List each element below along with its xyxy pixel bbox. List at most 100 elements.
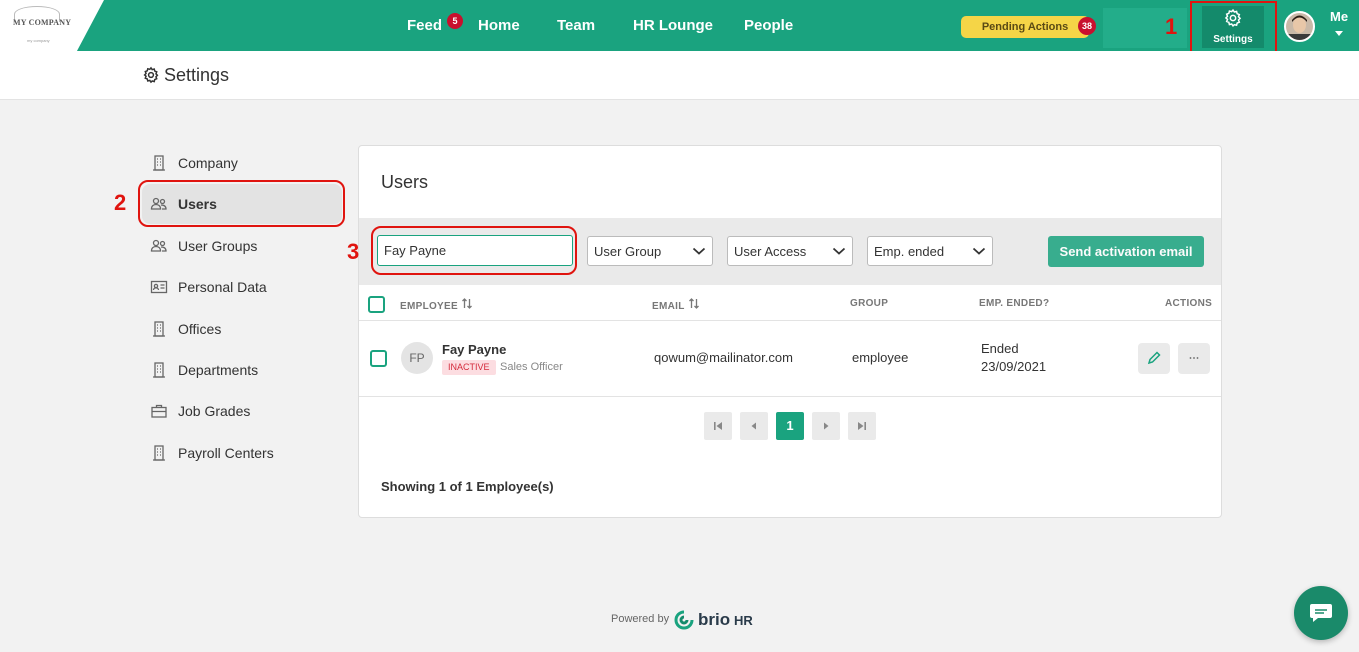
column-header-label: EMPLOYEE [400, 301, 458, 312]
employee-avatar[interactable]: FP [401, 342, 433, 374]
logo-subtext: my company [27, 38, 50, 43]
logo-text: MY COMPANY [13, 18, 72, 27]
gear-icon [143, 66, 159, 84]
building-icon [153, 362, 165, 378]
powered-by-label: Powered by [611, 613, 670, 625]
feed-badge: 5 [447, 13, 463, 29]
sidebar-item-offices[interactable]: Offices [150, 317, 340, 341]
sidebar-item-user-groups[interactable]: User Groups [150, 234, 340, 258]
chevron-down-icon [972, 247, 986, 255]
column-header-label: EMAIL [652, 301, 685, 312]
showing-count: Showing 1 of 1 Employee(s) [381, 479, 554, 494]
employee-role: Sales Officer [500, 361, 563, 373]
pending-actions-button[interactable]: Pending Actions [961, 16, 1089, 38]
user-groups-icon [150, 239, 167, 252]
nav-team[interactable]: Team [557, 17, 595, 34]
column-header-employee[interactable]: EMPLOYEE [400, 298, 473, 312]
emp-ended-date: 23/09/2021 [981, 359, 1047, 374]
annotation-settings-outline [1190, 1, 1277, 53]
select-label: User Group [594, 244, 662, 259]
employee-name[interactable]: Fay Payne [442, 342, 506, 357]
sidebar-item-label: Payroll Centers [178, 445, 274, 461]
building-icon [153, 445, 165, 461]
sidebar-item-payroll-centers[interactable]: Payroll Centers [150, 441, 340, 465]
column-header-group: GROUP [850, 298, 889, 309]
sidebar-item-label: Job Grades [178, 403, 251, 419]
chat-button[interactable] [1294, 586, 1348, 640]
select-label: User Access [734, 244, 807, 259]
emp-ended-select[interactable]: Emp. ended [867, 236, 993, 266]
sidebar-item-label: Company [178, 155, 238, 171]
sidebar-item-job-grades[interactable]: Job Grades [150, 399, 340, 423]
sidebar-item-label: Offices [178, 321, 222, 337]
emp-ended-status: Ended [981, 341, 1019, 356]
next-page-button[interactable] [812, 412, 840, 440]
last-page-icon [858, 422, 866, 430]
column-header-actions: ACTIONS [1165, 298, 1213, 309]
caret-down-icon[interactable] [1335, 31, 1343, 36]
users-card-title: Users [381, 172, 429, 192]
annotation-2: 2 [114, 190, 127, 215]
user-access-select[interactable]: User Access [727, 236, 853, 266]
users-icon [150, 197, 167, 210]
nav-home[interactable]: Home [478, 17, 520, 34]
next-page-icon [824, 422, 829, 430]
pending-actions-badge: 38 [1078, 17, 1096, 35]
employee-email: qowum@mailinator.com [654, 350, 793, 365]
row-checkbox[interactable] [370, 350, 387, 367]
user-avatar[interactable] [1284, 11, 1315, 42]
sidebar-item-users[interactable]: Users [150, 192, 340, 216]
sidebar-item-label: User Groups [178, 238, 258, 254]
briefcase-icon [151, 404, 167, 418]
previous-page-button[interactable] [740, 412, 768, 440]
annotation-1: 1 [1165, 14, 1178, 39]
column-header-email[interactable]: EMAIL [652, 298, 700, 312]
annotation-search-outline [371, 226, 577, 275]
sidebar-item-label: Users [178, 196, 217, 212]
last-page-button[interactable] [848, 412, 876, 440]
previous-page-icon [751, 422, 756, 430]
sidebar-item-label: Departments [178, 362, 259, 378]
page-title: Settings [164, 65, 230, 85]
chevron-down-icon [832, 247, 846, 255]
avatar-face-icon [1286, 13, 1313, 40]
me-menu-label[interactable]: Me [1330, 9, 1348, 24]
first-page-icon [714, 422, 722, 430]
sort-icon [462, 298, 473, 309]
select-all-checkbox[interactable] [368, 296, 385, 313]
nav-feed[interactable]: Feed [407, 17, 442, 34]
page-header: Settings [0, 51, 1359, 100]
table-divider [359, 396, 1221, 397]
sidebar-item-departments[interactable]: Departments [150, 358, 340, 382]
company-logo[interactable]: MY COMPANY my company [0, 0, 104, 51]
building-icon [153, 155, 165, 171]
first-page-button[interactable] [704, 412, 732, 440]
product-name: brio [698, 610, 731, 629]
pencil-icon [1147, 351, 1161, 365]
sidebar-item-personal-data[interactable]: Personal Data [150, 275, 340, 299]
briohr-logo-icon [674, 610, 694, 630]
column-header-emp-ended: EMP. ENDED? [979, 298, 1050, 309]
chevron-down-icon [692, 247, 706, 255]
nav-people[interactable]: People [744, 17, 793, 34]
product-suffix: HR [734, 613, 753, 628]
building-icon [153, 321, 165, 337]
id-card-icon [150, 280, 168, 294]
more-dots-icon [1189, 357, 1199, 359]
sidebar-item-label: Personal Data [178, 279, 267, 295]
table-divider [359, 320, 1221, 321]
annotation-3: 3 [347, 239, 360, 264]
more-actions-button[interactable] [1178, 343, 1210, 374]
sidebar-item-company[interactable]: Company [150, 151, 340, 175]
send-activation-email-button[interactable]: Send activation email [1048, 236, 1204, 267]
employee-group: employee [852, 350, 909, 365]
user-group-select[interactable]: User Group [587, 236, 713, 266]
edit-button[interactable] [1138, 343, 1170, 374]
users-card: Users User Group User Access Emp. ended … [358, 145, 1222, 518]
select-label: Emp. ended [874, 244, 945, 259]
top-navbar: MY COMPANY my company Feed 5 Home Team H… [0, 0, 1359, 53]
send-activation-email-label: Send activation email [1059, 244, 1193, 259]
status-badge: INACTIVE [442, 360, 496, 375]
page-1-button[interactable]: 1 [776, 412, 804, 440]
nav-hr-lounge[interactable]: HR Lounge [633, 17, 713, 34]
